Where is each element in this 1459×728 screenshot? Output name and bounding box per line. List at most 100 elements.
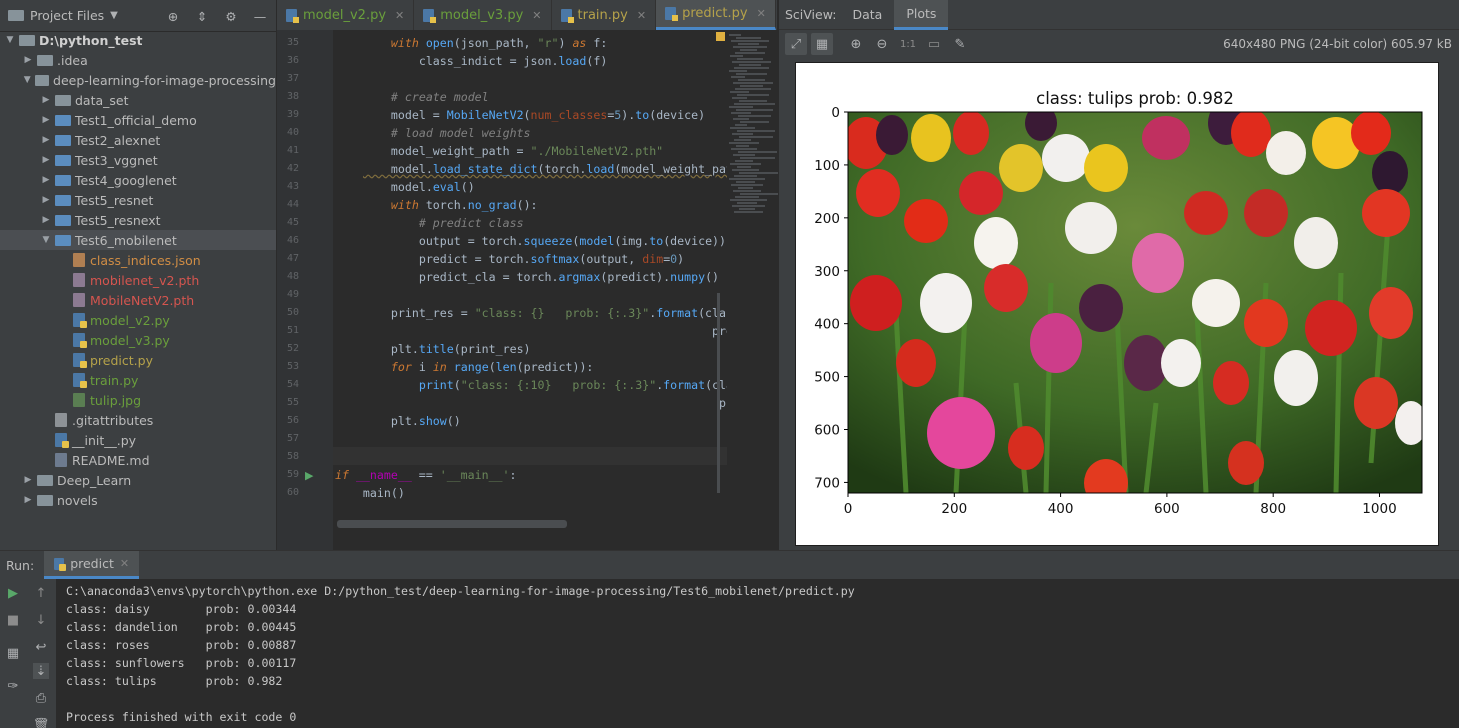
tree-item[interactable]: mobilenet_v2.pth bbox=[0, 270, 276, 290]
tree-item-label: class_indices.json bbox=[90, 252, 201, 268]
console-line: class: roses prob: 0.00887 bbox=[66, 638, 297, 652]
chevron-down-icon[interactable]: ▼ bbox=[110, 10, 118, 21]
run-gutter-icon[interactable]: ▶ bbox=[305, 469, 313, 482]
close-icon[interactable]: ✕ bbox=[120, 557, 129, 570]
horizontal-scrollbar[interactable] bbox=[337, 520, 567, 528]
line-number: 59 bbox=[286, 469, 299, 480]
code-line: plt.show() bbox=[363, 414, 461, 428]
color-picker-icon[interactable]: ✎ bbox=[949, 33, 971, 55]
tree-item[interactable]: ▶ novels bbox=[0, 490, 276, 510]
tab-plots[interactable]: Plots bbox=[894, 0, 949, 30]
gear-icon[interactable]: ⚙ bbox=[223, 8, 239, 24]
tree-item[interactable]: ▼ D:\python_test bbox=[0, 30, 276, 50]
close-icon[interactable]: ✕ bbox=[532, 9, 541, 22]
tree-item[interactable]: tulip.jpg bbox=[0, 390, 276, 410]
tree-item[interactable]: ▶ Test2_alexnet bbox=[0, 130, 276, 150]
layout-icon[interactable]: ▦ bbox=[5, 645, 21, 661]
tree-item[interactable]: model_v2.py bbox=[0, 310, 276, 330]
chevron-right-icon[interactable]: ▶ bbox=[40, 155, 52, 165]
close-icon[interactable]: ✕ bbox=[395, 9, 404, 22]
tree-item[interactable]: ▼ Test6_mobilenet bbox=[0, 230, 276, 250]
folder-icon bbox=[55, 114, 71, 126]
chevron-right-icon[interactable]: ▶ bbox=[40, 175, 52, 185]
chevron-right-icon[interactable]: ▶ bbox=[40, 135, 52, 145]
minimize-icon[interactable]: — bbox=[252, 8, 268, 24]
editor-tab[interactable]: model_v3.py ✕ bbox=[414, 0, 552, 30]
minimap-line bbox=[740, 121, 769, 123]
md-file-icon bbox=[55, 453, 67, 467]
python-file-icon bbox=[423, 8, 437, 23]
tree-item[interactable]: model_v3.py bbox=[0, 330, 276, 350]
fit-window-icon[interactable]: ▭ bbox=[923, 33, 945, 55]
tree-item[interactable]: class_indices.json bbox=[0, 250, 276, 270]
editor-tab[interactable]: train.py ✕ bbox=[552, 0, 657, 30]
tree-item[interactable]: ▶ Test5_resnet bbox=[0, 190, 276, 210]
console-line: Process finished with exit code 0 bbox=[66, 710, 297, 724]
chevron-right-icon[interactable]: ▶ bbox=[40, 95, 52, 105]
code-minimap[interactable] bbox=[727, 30, 781, 220]
scroll-to-end-icon[interactable]: ⇣ bbox=[33, 663, 49, 679]
actual-size-button[interactable]: 1:1 bbox=[897, 33, 919, 55]
tree-item[interactable]: predict.py bbox=[0, 350, 276, 370]
rerun-icon[interactable]: ▶ bbox=[5, 585, 21, 601]
chevron-right-icon[interactable]: ▶ bbox=[40, 195, 52, 205]
chevron-right-icon[interactable]: ▶ bbox=[40, 115, 52, 125]
vertical-scrollbar[interactable] bbox=[717, 293, 720, 493]
tree-item[interactable]: ▼ deep-learning-for-image-processing bbox=[0, 70, 276, 90]
folder-icon bbox=[8, 10, 24, 21]
pin-icon[interactable]: ✑ bbox=[5, 678, 21, 694]
minimap-line bbox=[729, 178, 765, 180]
chevron-down-icon[interactable]: ▼ bbox=[40, 235, 52, 245]
editor-tab[interactable]: model_v2.py ✕ bbox=[277, 0, 415, 30]
close-icon[interactable]: ✕ bbox=[757, 7, 766, 20]
scroll-down-icon[interactable]: ↓ bbox=[33, 612, 49, 628]
y-tick-label: 400 bbox=[814, 317, 840, 333]
chevron-right-icon[interactable]: ▶ bbox=[40, 215, 52, 225]
zoom-out-icon[interactable]: ⊖ bbox=[871, 33, 893, 55]
collapse-all-icon[interactable]: ⇕ bbox=[194, 8, 210, 24]
minimap-line bbox=[737, 130, 775, 132]
grid-icon[interactable]: ▦ bbox=[811, 33, 833, 55]
x-tick-label: 800 bbox=[1260, 501, 1286, 517]
tree-item[interactable]: README.md bbox=[0, 450, 276, 470]
minimap-line bbox=[734, 175, 757, 177]
plot-image[interactable]: class: tulips prob: 0.982 0 200 400 600 … bbox=[795, 62, 1439, 546]
tree-item[interactable]: ▶ Test3_vggnet bbox=[0, 150, 276, 170]
code-area[interactable]: with open(json_path, "r") as f: class_in… bbox=[333, 30, 727, 526]
tree-item[interactable]: __init__.py bbox=[0, 430, 276, 450]
trash-icon[interactable]: 🗑 bbox=[33, 717, 50, 728]
stop-icon[interactable]: ■ bbox=[5, 612, 21, 628]
chevron-down-icon[interactable]: ▼ bbox=[22, 75, 32, 85]
chevron-down-icon[interactable]: ▼ bbox=[4, 35, 16, 45]
tree-item[interactable]: ▶ Deep_Learn bbox=[0, 470, 276, 490]
tree-item[interactable]: ▶ Test1_official_demo bbox=[0, 110, 276, 130]
tree-item[interactable]: ▶ data_set bbox=[0, 90, 276, 110]
run-tab-predict[interactable]: predict ✕ bbox=[44, 551, 140, 579]
print-icon[interactable]: ⎙ bbox=[33, 690, 49, 706]
tree-item[interactable]: ▶ Test4_googlenet bbox=[0, 170, 276, 190]
zoom-in-icon[interactable]: ⊕ bbox=[845, 33, 867, 55]
locate-icon[interactable]: ⊕ bbox=[165, 8, 181, 24]
warning-indicator[interactable] bbox=[716, 32, 725, 41]
tree-item[interactable]: MobileNetV2.pth bbox=[0, 290, 276, 310]
tab-data[interactable]: Data bbox=[840, 0, 894, 30]
editor-tab[interactable]: predict.py ✕ bbox=[656, 0, 776, 30]
fit-zoom-icon[interactable]: ⤢ bbox=[785, 33, 807, 55]
run-toolbar: ▶ ■ ▦ ✑ ↑ ↓ ↩ ⇣ ⎙ 🗑 bbox=[0, 579, 56, 728]
minimap-line bbox=[734, 139, 751, 141]
minimap-line bbox=[729, 142, 759, 144]
soft-wrap-icon[interactable]: ↩ bbox=[33, 639, 49, 655]
close-icon[interactable]: ✕ bbox=[637, 9, 646, 22]
chevron-right-icon[interactable]: ▶ bbox=[22, 55, 34, 65]
project-view-selector[interactable]: Project Files bbox=[30, 8, 104, 23]
chevron-right-icon[interactable]: ▶ bbox=[22, 495, 34, 505]
tree-item[interactable]: ▶ Test5_resnext bbox=[0, 210, 276, 230]
tree-item[interactable]: train.py bbox=[0, 370, 276, 390]
chevron-right-icon[interactable]: ▶ bbox=[22, 475, 34, 485]
minimap-line bbox=[736, 109, 773, 111]
tree-item[interactable]: ▶ .idea bbox=[0, 50, 276, 70]
minimap-line bbox=[730, 199, 767, 201]
tree-item-label: predict.py bbox=[90, 352, 153, 368]
tree-item[interactable]: .gitattributes bbox=[0, 410, 276, 430]
scroll-up-icon[interactable]: ↑ bbox=[33, 585, 49, 601]
